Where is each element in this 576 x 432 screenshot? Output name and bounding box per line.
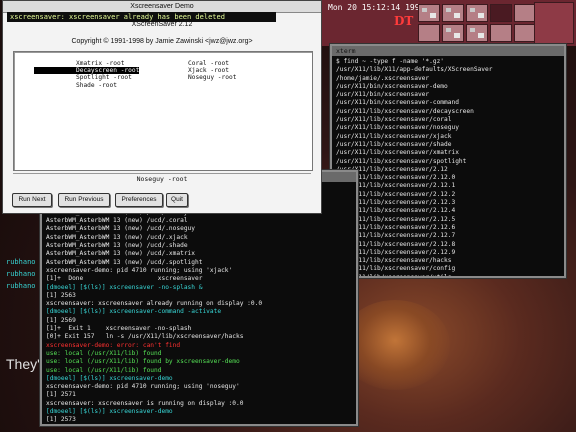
- workspace-8[interactable]: [466, 24, 488, 42]
- workspace-pager: [418, 4, 536, 42]
- terminal-line: /usr/X11/lib/xscreensaver/2.12.9: [336, 248, 456, 256]
- terminal-line: xscreensaver: xscreensaver is running on…: [46, 399, 244, 407]
- list-item[interactable]: Coral -root: [188, 60, 229, 67]
- system-tray[interactable]: [534, 2, 574, 44]
- terminal-line: [1] 2571: [46, 391, 76, 399]
- list-item[interactable]: Shade -root: [76, 82, 117, 89]
- list-item[interactable]: Xmatrix -root: [76, 60, 124, 67]
- terminal-line: [1]+ Exit 1 xscreensaver -no-splash: [46, 325, 192, 333]
- terminal-line: /usr/X11/lib/xscreensaver/2.12.6: [336, 223, 456, 231]
- terminal-line: AsterbWM_AsterbWM 13 (new) /ucd/.xmatrix: [46, 250, 196, 258]
- terminal-line: AsterbWM_AsterbWM 13 (new) /ucd/.shade: [46, 242, 188, 250]
- workspace-5[interactable]: [514, 4, 536, 22]
- terminal-line: /usr/X11/lib/xscreensaver/2.12.4: [336, 207, 456, 215]
- hacks-list[interactable]: Xmatrix -root Decayscreen -root Spotligh…: [13, 51, 313, 171]
- terminal-line: xscreensaver-demo: xscreensaver already …: [46, 425, 352, 426]
- terminal-line: /usr/X11/lib/xscreensaver/2.12.2: [336, 190, 456, 198]
- terminal-line: AsterbWM_AsterbWM 13 (new) /ucd/.coral: [46, 217, 188, 225]
- quit-button[interactable]: Quit: [166, 193, 188, 207]
- terminal-line: AsterbWM_AsterbWM 13 (new) /ucd/.spotlig…: [46, 258, 203, 266]
- preferences-button[interactable]: Preferences: [115, 193, 163, 207]
- run-next-button[interactable]: Run Next: [12, 193, 52, 207]
- terminal-line: [1]+ Done xscreensaver: [46, 275, 203, 283]
- workspace-6[interactable]: [418, 24, 440, 42]
- list-item[interactable]: Spotlight -root: [76, 74, 132, 81]
- list-item[interactable]: Xjack -root: [188, 67, 229, 74]
- terminal-line: [dmoeel] [$(ls)] xscreensaver -no-splash…: [46, 283, 203, 291]
- dt-logo-icon[interactable]: DT: [394, 14, 413, 28]
- terminal-line: /usr/X11/lib/xscreensaver/xjack: [336, 132, 452, 140]
- wallpaper-caption: They': [6, 356, 40, 372]
- terminal-line: use: local (/usr/X11/lib) found by xscre…: [46, 358, 240, 366]
- copyright-label: Copyright © 1991-1998 by Jamie Zawinski …: [71, 38, 253, 45]
- list-item[interactable]: Noseguy -root: [188, 74, 236, 81]
- workspace-2[interactable]: [442, 4, 464, 22]
- xscreensaver-demo-dialog: Xscreensaver Demo xscreensaver: xscreens…: [2, 0, 322, 214]
- terminal-line: [1] 2573: [46, 416, 76, 424]
- terminal-line: /usr/X11/lib/xscreensaver/noseguy: [336, 124, 459, 132]
- run-previous-button[interactable]: Run Previous: [58, 193, 110, 207]
- terminal-line: /usr/X11/lib/xscreensaver/2.12.8: [336, 240, 456, 248]
- terminal-window-right[interactable]: xterm $ find ~ -type f -name '*.gz'/usr/…: [330, 44, 566, 278]
- terminal-line: xscreensaver-demo: pid 4710 running; usi…: [46, 266, 233, 274]
- terminal-output: $ find ~ -type f -name '*.gz'/usr/X11/li…: [332, 56, 564, 278]
- terminal-titlebar[interactable]: xterm: [332, 46, 564, 56]
- terminal-line: /usr/X11/lib/xscreensaver/utils: [336, 273, 452, 278]
- workspace-3[interactable]: [466, 4, 488, 22]
- terminal-line: use: local (/usr/X11/lib) found: [46, 366, 162, 374]
- terminal-line: [dmoeel] [$(ls)] xscreensaver-demo: [46, 408, 173, 416]
- terminal-line: xscreensaver-demo: error: can't find: [46, 341, 181, 349]
- terminal-line: /home/jamie/.xscreensaver: [336, 74, 430, 82]
- terminal-line: /usr/X11/bin/xscreensaver-demo: [336, 82, 448, 90]
- terminal-line: [1] 2569: [46, 316, 76, 324]
- dt-panel: Mon 20 15:12:14 1998 DT: [318, 0, 576, 46]
- terminal-line: [0]+ Exit 157 ln -s /usr/X11/lib/xscreen…: [46, 333, 244, 341]
- tray-label: [535, 7, 573, 9]
- terminal-line: [dmoeel] [$(ls)] xscreensaver-command -a…: [46, 308, 222, 316]
- terminal-line: [1] 2563: [46, 291, 76, 299]
- terminal-line: /usr/X11/lib/xscreensaver/2.12.7: [336, 232, 456, 240]
- workspace-9[interactable]: [490, 24, 512, 42]
- terminal-line: /usr/X11/bin/xscreensaver-command: [336, 99, 459, 107]
- current-hack-field[interactable]: Noseguy -root: [13, 173, 311, 184]
- terminal-output: AsterbWM_AsterbWM 13 (new) /ucd/.xscreen…: [42, 182, 356, 426]
- terminal-line: /usr/X11/lib/xscreensaver/2.12: [336, 165, 448, 173]
- terminal-line: AsterbWM_AsterbWM 13 (new) /ucd/.noseguy: [46, 225, 196, 233]
- terminal-line: /usr/X11/bin/xscreensaver: [336, 91, 430, 99]
- terminal-line: AsterbWM_AsterbWM 13 (new) /ucd/.xjack: [46, 233, 188, 241]
- terminal-line: /usr/X11/lib/xscreensaver/2.12.0: [336, 174, 456, 182]
- terminal-line: /usr/X11/lib/xscreensaver/2.12.3: [336, 199, 456, 207]
- terminal-line: /usr/X11/lib/xscreensaver/xmatrix: [336, 149, 459, 157]
- terminal-line: /usr/X11/lib/xscreensaver/2.12.5: [336, 215, 456, 223]
- workspace-4[interactable]: [490, 4, 512, 22]
- terminal-line: /usr/X11/lib/X11/app-defaults/XScreenSav…: [336, 66, 493, 74]
- terminal-line: /usr/X11/lib/xscreensaver/decayscreen: [336, 107, 474, 115]
- terminal-line: /usr/X11/lib/xscreensaver/shade: [336, 140, 452, 148]
- terminal-line: xscreensaver-demo: pid 4710 running; usi…: [46, 383, 240, 391]
- terminal-line: use: local (/usr/X11/lib) found: [46, 349, 162, 357]
- version-label: XScreenSaver 2.12: [131, 21, 193, 28]
- workspace-10[interactable]: [514, 24, 536, 42]
- terminal-line: /usr/X11/lib/xscreensaver/2.12.1: [336, 182, 456, 190]
- terminal-line: /usr/X11/lib/xscreensaver/config: [336, 265, 456, 273]
- workspace-1[interactable]: [418, 4, 440, 22]
- terminal-line: xscreensaver: xscreensaver already runni…: [46, 300, 263, 308]
- terminal-line: [dmoeel] [$(ls)] xscreensaver-demo: [46, 374, 173, 382]
- clock: Mon 20 15:12:14 1998: [328, 3, 425, 12]
- terminal-line: /usr/X11/lib/xscreensaver/hacks: [336, 257, 452, 265]
- workspace-7[interactable]: [442, 24, 464, 42]
- terminal-line: /usr/X11/lib/xscreensaver/spotlight: [336, 157, 467, 165]
- list-item-selected[interactable]: Decayscreen -root: [34, 67, 140, 74]
- terminal-line: $ find ~ -type f -name '*.gz': [336, 58, 445, 65]
- terminal-line: /usr/X11/lib/xscreensaver/coral: [336, 116, 452, 124]
